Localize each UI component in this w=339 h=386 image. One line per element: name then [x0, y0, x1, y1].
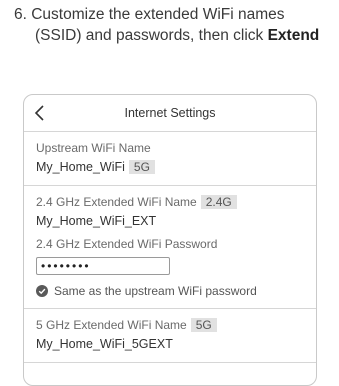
band-tag-24g: 2.4G	[200, 195, 237, 209]
page-title: Internet Settings	[124, 106, 216, 120]
instruction-line-2: (SSID) and passwords, then click Extend	[0, 25, 339, 46]
phone-screen: Internet Settings Upstream WiFi Name My_…	[23, 94, 317, 386]
ext-5-name-label-text: 5 GHz Extended WiFi Name	[36, 318, 187, 332]
extend-keyword: Extend	[267, 27, 320, 44]
instruction-text: 6. Customize the extended WiFi names (SS…	[0, 4, 339, 46]
ext-24-password-field[interactable]: ••••••••	[36, 257, 170, 275]
ext-24-name-label: 2.4 GHz Extended WiFi Name 2.4G	[36, 195, 304, 210]
upstream-wifi-name-value: My_Home_WiFi 5G	[36, 159, 304, 175]
band-tag-5g-ext: 5G	[190, 318, 217, 332]
same-as-upstream-label: Same as the upstream WiFi password	[54, 284, 257, 298]
upstream-section: Upstream WiFi Name My_Home_WiFi 5G	[24, 132, 316, 186]
extended-24ghz-section: 2.4 GHz Extended WiFi Name 2.4G My_Home_W…	[24, 186, 316, 309]
same-as-upstream-checkbox[interactable]: Same as the upstream WiFi password	[36, 284, 304, 298]
ext-24-name-label-text: 2.4 GHz Extended WiFi Name	[36, 195, 197, 209]
ext-5-name-field[interactable]: My_Home_WiFi_5GEXT	[36, 336, 304, 352]
ext-5-name-label: 5 GHz Extended WiFi Name 5G	[36, 318, 304, 333]
instruction-line-1: 6. Customize the extended WiFi names	[14, 6, 285, 23]
title-bar: Internet Settings	[24, 95, 316, 132]
ext-24-name-field[interactable]: My_Home_WiFi_EXT	[36, 213, 304, 229]
instruction-line-2-text: (SSID) and passwords, then click	[35, 27, 268, 44]
extended-5ghz-section: 5 GHz Extended WiFi Name 5G My_Home_WiFi_…	[24, 309, 316, 363]
upstream-wifi-name: My_Home_WiFi	[36, 160, 125, 174]
upstream-wifi-name-label: Upstream WiFi Name	[36, 141, 151, 155]
ext-24-password-label: 2.4 GHz Extended WiFi Password	[36, 237, 218, 251]
band-tag-5g: 5G	[128, 160, 155, 174]
check-circle-icon	[36, 285, 48, 297]
